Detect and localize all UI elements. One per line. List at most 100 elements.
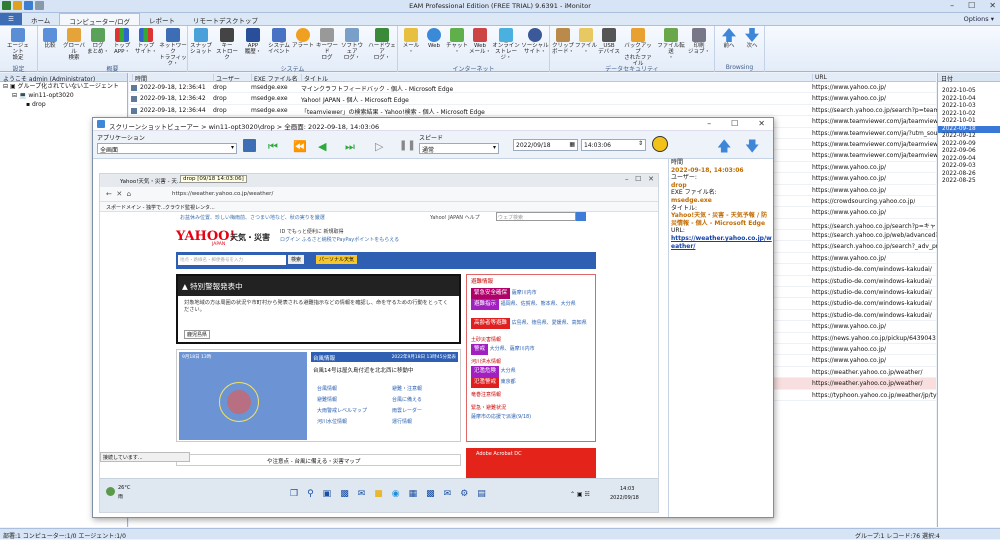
ribbon: エージェント 設定 設定 比較 グローバル 検索 ログ まとめ・ トップ APP… xyxy=(0,26,1000,73)
cell-url: https://www.yahoo.co.jp/ xyxy=(812,84,887,91)
log-summary-button[interactable]: ログ まとめ・ xyxy=(87,28,109,55)
date-item[interactable]: 2022-10-02 xyxy=(938,111,1000,119)
arrow-up-icon[interactable]: 🡅 xyxy=(717,136,731,160)
compare-button[interactable]: 比較 xyxy=(39,28,61,49)
bar-chart-icon xyxy=(115,28,129,42)
table-row[interactable]: 2022-09-18, 12:36:41 drop msedge.exe マインクラフ… xyxy=(129,82,936,94)
viewer-close-button[interactable]: ✕ xyxy=(758,119,765,128)
ribbon-group-system: スナップ ショット キー ストローク APP 履歴・ システム イベント アラー… xyxy=(188,26,398,73)
social-site-button[interactable]: ソーシャル サイト・ xyxy=(521,28,549,55)
mail-button[interactable]: メール ・ xyxy=(400,28,422,55)
cell-user: drop xyxy=(213,84,227,91)
prev-frame-icon[interactable]: ◀ xyxy=(318,140,326,153)
keystroke-button[interactable]: キー ストローク xyxy=(216,28,238,61)
arrow-down-icon[interactable]: 🡇 xyxy=(745,136,759,160)
table-row[interactable]: 2022-09-18, 12:36:44 drop msedge.exe 「teamv… xyxy=(129,105,939,117)
date-item[interactable]: 2022-10-03 xyxy=(938,103,1000,111)
global-search-button[interactable]: グローバル 検索 xyxy=(63,28,85,61)
save-icon[interactable] xyxy=(243,139,256,152)
cell-url: https://www.yahoo.co.jp/ xyxy=(812,254,887,262)
bookmark-item[interactable]: スポードメイン - 独学で... xyxy=(106,204,166,211)
browser-nav-icons[interactable]: ← ✕ ⌂ xyxy=(106,190,131,198)
date-item[interactable]: 2022-10-01 xyxy=(938,118,1000,126)
minimize-button[interactable]: – xyxy=(950,1,954,10)
app-history-button[interactable]: APP 履歴・ xyxy=(242,28,264,55)
options-menu[interactable]: Options ▾ xyxy=(964,15,994,23)
column-title[interactable]: タイトル xyxy=(301,74,328,83)
tree-node-user[interactable]: ▪ drop xyxy=(0,100,127,109)
bookmark-item[interactable]: クラウド監視レンタ... xyxy=(165,204,215,211)
viewer-maximize-button[interactable]: ☐ xyxy=(731,119,738,128)
first-frame-icon[interactable]: ⏮ xyxy=(268,140,278,154)
application-select[interactable]: 全画面 ▾ xyxy=(97,143,237,154)
alert-button[interactable]: アラート xyxy=(292,28,314,49)
snapshot-button[interactable]: スナップ ショット xyxy=(190,28,212,55)
play-icon[interactable]: ▷ xyxy=(375,140,383,153)
rewind-icon[interactable]: ⏪ xyxy=(293,140,307,153)
hardware-log-button[interactable]: ハードウェア ログ・ xyxy=(368,28,396,61)
ribbon-group-internet: メール ・ Web チャット ・ Web メール・ オンライン ストレージ・ ソ… xyxy=(398,26,550,73)
top-app-button[interactable]: トップ APP・ xyxy=(111,28,133,55)
browser-url[interactable]: https://weather.yahoo.co.jp/weather/ xyxy=(172,191,273,197)
column-exe[interactable]: EXE ファイル名 xyxy=(251,74,298,83)
date-item[interactable]: 2022-10-05 xyxy=(938,88,1000,96)
viewer-minimize-button[interactable]: – xyxy=(707,119,711,128)
date-item[interactable]: 2022-08-26 xyxy=(938,171,1000,179)
webmail-button[interactable]: Web メール・ xyxy=(469,28,491,55)
tab-home[interactable]: ホーム xyxy=(22,13,59,25)
agent-settings-button[interactable]: エージェント 設定 xyxy=(7,28,29,61)
info-exe-label: EXE ファイル名: xyxy=(671,189,717,197)
previous-button[interactable]: 前へ xyxy=(718,28,740,49)
date-item[interactable]: 2022-08-25 xyxy=(938,178,1000,186)
tab-computer-log[interactable]: コンピューター/ログ xyxy=(59,13,141,26)
date-item[interactable]: 2022-09-18 xyxy=(938,125,1000,133)
date-item[interactable]: 2022-09-12 xyxy=(938,133,1000,141)
tab-remote-desktop[interactable]: リモートデスクトップ xyxy=(184,13,267,25)
speed-select[interactable]: 通常 ▾ xyxy=(419,143,499,154)
table-row[interactable]: 2022-09-18, 12:36:42 drop msedge.exe Yahoo!… xyxy=(129,93,936,105)
evacuation-panel: 避難情報 緊急安全確保 薩摩川内市 避難指示 福岡県、佐賀県、熊本県、大分県 高… xyxy=(466,274,596,442)
explorer-icon: ■ xyxy=(374,489,383,499)
keyboard-icon xyxy=(220,28,234,42)
time-picker[interactable]: 14:03:06 ⇕ xyxy=(581,139,646,151)
file-transfer-button[interactable]: ファイル転送 ・ xyxy=(656,28,686,61)
print-job-button[interactable]: 印刷 ジョブ・ xyxy=(688,28,710,55)
backup-file-button[interactable]: バックアップ されたファイル xyxy=(622,28,654,67)
cell-url: https://weather.yahoo.co.jp/weather/ xyxy=(812,380,923,388)
column-url[interactable]: URL xyxy=(812,74,827,82)
tree-node-computer[interactable]: ⊟ 💻 win11-opt3020 xyxy=(0,91,127,100)
go-icon[interactable] xyxy=(652,136,668,152)
network-traffic-button[interactable]: ネットワーク トラフィック・ xyxy=(159,28,187,67)
warning-triangle-icon: ▲ xyxy=(182,282,188,291)
tree-node-ungrouped[interactable]: ⊟ ▣ グループ化されていないエージェント xyxy=(0,82,127,91)
usb-device-button[interactable]: USB デバイス xyxy=(598,28,620,55)
pause-icon[interactable]: ❚❚ xyxy=(399,140,416,151)
clipboard-button[interactable]: クリップ ボード・ xyxy=(552,28,574,55)
software-log-button[interactable]: ソフトウェア ログ・ xyxy=(341,28,363,61)
chat-button[interactable]: チャット ・ xyxy=(446,28,468,55)
column-user[interactable]: ユーザー xyxy=(213,74,240,83)
date-item[interactable]: 2022-09-09 xyxy=(938,141,1000,149)
file-menu-tab[interactable]: ☰ xyxy=(0,13,22,25)
tray-icons: ⌃ ▣ ☵ xyxy=(570,491,590,498)
tab-report[interactable]: レポート xyxy=(140,13,184,25)
system-event-button[interactable]: システム イベント xyxy=(268,28,290,55)
cell-url: https://studio-de.com/windows-kakudai/ xyxy=(812,289,932,297)
date-item[interactable]: 2022-10-04 xyxy=(938,96,1000,104)
date-picker[interactable]: 2022/09/18 ▦ xyxy=(513,139,578,151)
online-storage-button[interactable]: オンライン ストレージ・ xyxy=(492,28,520,61)
browser-tab[interactable]: Yahoo!天気・災害 - 天... xyxy=(120,177,182,185)
date-item[interactable]: 2022-09-06 xyxy=(938,148,1000,156)
top-site-button[interactable]: トップ サイト・ xyxy=(135,28,157,55)
info-url-link[interactable]: https://weather.yahoo.co.jp/weather/ xyxy=(669,235,773,250)
web-button[interactable]: Web xyxy=(423,28,445,49)
column-time[interactable]: 時間 xyxy=(132,74,147,83)
date-item[interactable]: 2022-09-03 xyxy=(938,163,1000,171)
file-button[interactable]: ファイル ・ xyxy=(575,28,597,55)
date-item[interactable]: 2022-09-04 xyxy=(938,156,1000,164)
next-button[interactable]: 次へ xyxy=(741,28,763,49)
last-frame-icon[interactable]: ⏭ xyxy=(345,140,355,154)
maximize-button[interactable]: ☐ xyxy=(968,1,975,10)
keyword-log-button[interactable]: キーワード ログ xyxy=(316,28,338,61)
close-button[interactable]: ✕ xyxy=(989,1,996,10)
